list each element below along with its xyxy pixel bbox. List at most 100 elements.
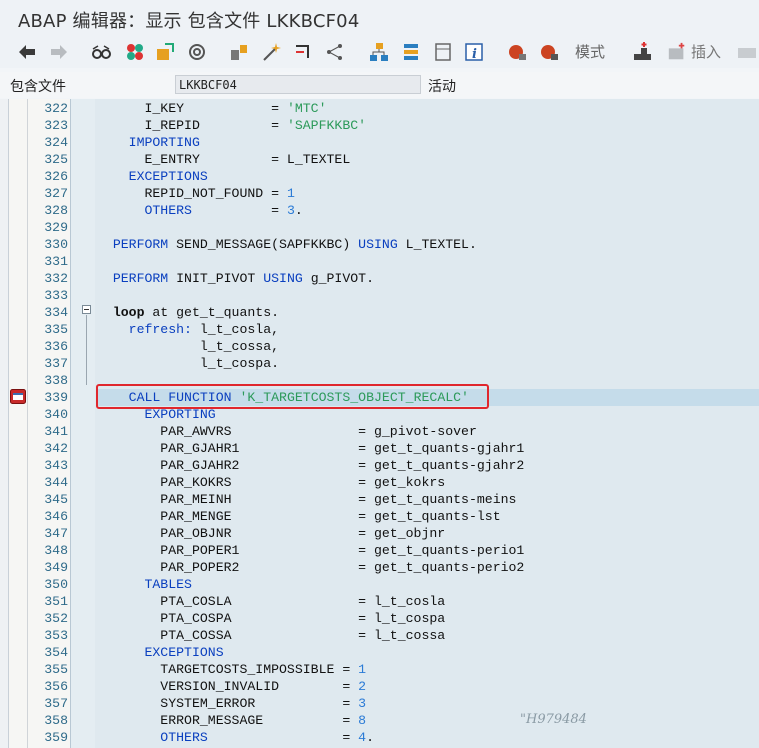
code-line[interactable]: 327 REPID_NOT_FOUND = 1 [0, 185, 759, 202]
code-line[interactable]: 322 I_KEY = 'MTC' [0, 100, 759, 117]
code-line[interactable]: 325 E_ENTRY = L_TEXTEL [0, 151, 759, 168]
code-text: PTA_COSLA = l_t_cosla [97, 594, 446, 609]
line-number: 335 [44, 322, 68, 337]
line-number: 334 [44, 305, 68, 320]
breakpoint-icon[interactable] [10, 389, 26, 404]
code-line[interactable]: 323 I_REPID = 'SAPFKKBC' [0, 117, 759, 134]
code-text: IMPORTING [97, 135, 200, 150]
code-line[interactable]: 353 PTA_COSSA = l_t_cossa [0, 627, 759, 644]
line-number: 347 [44, 526, 68, 541]
code-line[interactable]: 333 [0, 287, 759, 304]
line-number: 355 [44, 662, 68, 677]
code-line[interactable]: 350 TABLES [0, 576, 759, 593]
line-number: 339 [44, 390, 68, 405]
code-line[interactable]: 331 [0, 253, 759, 270]
magic-wand-icon[interactable] [260, 41, 282, 63]
code-text: ERROR_MESSAGE = 8 [97, 713, 367, 728]
code-text: SYSTEM_ERROR = 3 [97, 696, 367, 711]
code-line[interactable]: 326 EXCEPTIONS [0, 168, 759, 185]
insert-button[interactable]: 插入 [688, 41, 724, 63]
activate-icon[interactable] [186, 41, 208, 63]
line-number: 352 [44, 611, 68, 626]
code-text: PAR_MENGE = get_t_quants-lst [97, 509, 501, 524]
stack-icon[interactable] [400, 41, 422, 63]
code-line[interactable]: 352 PTA_COSPA = l_t_cospa [0, 610, 759, 627]
glasses-icon[interactable] [90, 41, 112, 63]
line-number: 328 [44, 203, 68, 218]
line-number: 336 [44, 339, 68, 354]
code-text: loop at get_t_quants. [97, 305, 280, 320]
code-line[interactable]: 358 ERROR_MESSAGE = 8 [0, 712, 759, 729]
code-text: EXCEPTIONS [97, 645, 224, 660]
code-line[interactable]: 355 TARGETCOSTS_IMPOSSIBLE = 1 [0, 661, 759, 678]
code-line[interactable]: 357 SYSTEM_ERROR = 3 [0, 695, 759, 712]
code-text: l_t_cossa, [97, 339, 280, 354]
navigate-icon[interactable] [292, 41, 314, 63]
line-number: 348 [44, 543, 68, 558]
code-line[interactable]: 342 PAR_GJAHR1 = get_t_quants-gjahr1 [0, 440, 759, 457]
code-line[interactable]: 324 IMPORTING [0, 134, 759, 151]
code-line[interactable]: 359 OTHERS = 4. [0, 729, 759, 746]
line-number: 340 [44, 407, 68, 422]
code-line[interactable]: 329 [0, 219, 759, 236]
frame-page-icon[interactable] [432, 41, 454, 63]
code-line[interactable]: 337 l_t_cospa. [0, 355, 759, 372]
object-list-icon[interactable] [324, 41, 346, 63]
code-line[interactable]: 330 PERFORM SEND_MESSAGE(SAPFKKBC) USING… [0, 236, 759, 253]
code-line[interactable]: 349 PAR_POPER2 = get_t_quants-perio2 [0, 559, 759, 576]
back-arrow-icon[interactable] [16, 41, 38, 63]
code-line[interactable]: 343 PAR_GJAHR2 = get_t_quants-gjahr2 [0, 457, 759, 474]
code-line[interactable]: 354 EXCEPTIONS [0, 644, 759, 661]
code-line[interactable]: 336 l_t_cossa, [0, 338, 759, 355]
code-text: PERFORM SEND_MESSAGE(SAPFKKBC) USING L_T… [97, 237, 477, 252]
line-number: 356 [44, 679, 68, 694]
code-text: OTHERS = 4. [97, 730, 375, 745]
other-object-icon[interactable] [124, 41, 146, 63]
toolbar: i 模式 插入 [0, 38, 759, 68]
line-number: 327 [44, 186, 68, 201]
mode-button[interactable]: 模式 [572, 41, 608, 63]
code-text: I_KEY = 'MTC' [97, 101, 327, 116]
code-line[interactable]: 341 PAR_AWVRS = g_pivot-sover [0, 423, 759, 440]
code-text: PAR_MEINH = get_t_quants-meins [97, 492, 517, 507]
code-line[interactable]: 334 loop at get_t_quants. [0, 304, 759, 321]
forward-arrow-icon[interactable] [48, 41, 70, 63]
include-name-field: LKKBCF04 [175, 75, 421, 94]
session-breakpoint-icon[interactable] [506, 41, 528, 63]
code-line[interactable]: 346 PAR_MENGE = get_t_quants-lst [0, 508, 759, 525]
code-line[interactable]: 348 PAR_POPER1 = get_t_quants-perio1 [0, 542, 759, 559]
code-line[interactable]: 347 PAR_OBJNR = get_objnr [0, 525, 759, 542]
line-number: 326 [44, 169, 68, 184]
code-text: PERFORM INIT_PIVOT USING g_PIVOT. [97, 271, 375, 286]
line-number: 358 [44, 713, 68, 728]
line-number: 344 [44, 475, 68, 490]
where-used-icon[interactable] [228, 41, 250, 63]
code-text: REPID_NOT_FOUND = 1 [97, 186, 295, 201]
insert-icon[interactable] [667, 41, 687, 63]
code-line[interactable]: 356 VERSION_INVALID = 2 [0, 678, 759, 695]
info-icon[interactable]: i [463, 41, 485, 63]
line-number: 342 [44, 441, 68, 456]
code-text: PAR_AWVRS = g_pivot-sover [97, 424, 477, 439]
code-line[interactable]: 345 PAR_MEINH = get_t_quants-meins [0, 491, 759, 508]
include-label: 包含文件 [10, 79, 66, 95]
code-text: VERSION_INVALID = 2 [97, 679, 367, 694]
code-line[interactable]: 335 refresh: l_t_cosla, [0, 321, 759, 338]
code-text: PAR_GJAHR2 = get_t_quants-gjahr2 [97, 458, 525, 473]
code-line[interactable]: 344 PAR_KOKRS = get_kokrs [0, 474, 759, 491]
code-text: PTA_COSPA = l_t_cospa [97, 611, 446, 626]
line-number: 331 [44, 254, 68, 269]
svg-text:i: i [472, 47, 477, 62]
insert-line-icon[interactable] [630, 41, 654, 63]
more-icon[interactable] [736, 41, 758, 63]
code-line[interactable]: 351 PTA_COSLA = l_t_cosla [0, 593, 759, 610]
line-number: 346 [44, 509, 68, 524]
code-line[interactable]: 328 OTHERS = 3. [0, 202, 759, 219]
external-breakpoint-icon[interactable] [538, 41, 560, 63]
display-change-icon[interactable] [154, 41, 176, 63]
code-editor[interactable]: 322 I_KEY = 'MTC' 323 I_REPID = 'SAPFKKBC… [0, 99, 759, 748]
code-line[interactable]: 332 PERFORM INIT_PIVOT USING g_PIVOT. [0, 270, 759, 287]
line-number: 332 [44, 271, 68, 286]
line-number: 345 [44, 492, 68, 507]
hierarchy-icon[interactable] [368, 41, 390, 63]
